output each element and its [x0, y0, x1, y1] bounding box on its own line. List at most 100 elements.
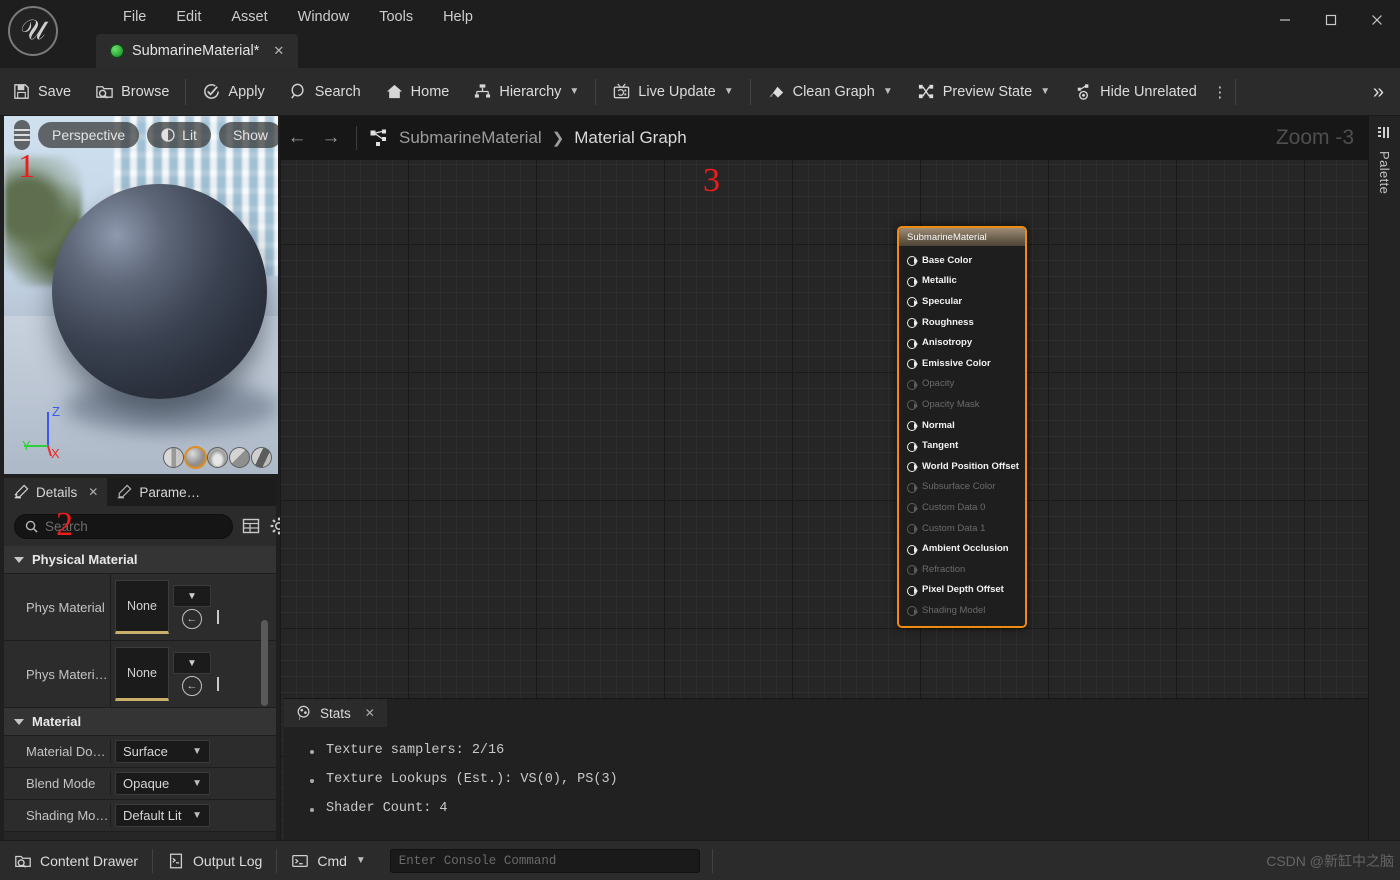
clean-graph-button[interactable]: Clean Graph ▼	[755, 68, 905, 116]
pin-base-color[interactable]: Base Color	[899, 250, 1025, 271]
menu-asset[interactable]: Asset	[216, 0, 282, 34]
arrow-left-icon[interactable]: ←	[280, 116, 314, 160]
unreal-engine-logo[interactable]: 𝒰	[8, 6, 58, 56]
custom-preview-button[interactable]	[251, 447, 272, 468]
content-drawer-button[interactable]: Content Drawer	[0, 841, 152, 880]
close-icon[interactable]: ✕	[88, 485, 98, 499]
pin-connector-icon[interactable]	[907, 297, 918, 308]
pin-tangent[interactable]: Tangent	[899, 435, 1025, 456]
hierarchy-button[interactable]: Hierarchy ▼	[461, 68, 591, 116]
asset-picker-thumbnail[interactable]: None	[115, 647, 169, 701]
material-output-node[interactable]: SubmarineMaterial Base Color Metallic Sp…	[897, 226, 1027, 628]
pin-connector-icon[interactable]	[907, 441, 918, 452]
search-icon	[289, 82, 308, 101]
blend-mode-select[interactable]: Opaque ▼	[115, 772, 210, 795]
pin-connector-icon	[907, 482, 918, 493]
shading-model-select[interactable]: Default Lit ▼	[115, 804, 210, 827]
search-label: Search	[314, 83, 361, 100]
arrow-right-icon[interactable]: →	[314, 116, 348, 160]
pin-normal[interactable]: Normal	[899, 415, 1025, 436]
menu-file[interactable]: File	[108, 0, 161, 34]
browse-to-asset-button[interactable]	[217, 610, 219, 624]
maximize-button[interactable]	[1308, 0, 1354, 40]
console-command-input[interactable]	[398, 853, 691, 868]
toolbar-overflow-button[interactable]: ⋮	[1209, 68, 1231, 116]
palette-rail[interactable]: Palette	[1368, 116, 1400, 840]
cylinder-preview-button[interactable]	[163, 447, 184, 468]
menu-window[interactable]: Window	[283, 0, 365, 34]
pin-specular[interactable]: Specular	[899, 291, 1025, 312]
pin-pixel-depth-offset[interactable]: Pixel Depth Offset	[899, 580, 1025, 601]
pin-connector-icon[interactable]	[907, 462, 918, 473]
pin-connector-icon	[907, 400, 918, 411]
minimize-button[interactable]	[1262, 0, 1308, 40]
chevron-down-icon	[14, 556, 24, 563]
cmd-button[interactable]: Cmd ▼	[277, 841, 379, 880]
breadcrumb: SubmarineMaterial ❯ Material Graph	[399, 128, 687, 148]
close-button[interactable]	[1354, 0, 1400, 40]
breadcrumb-root[interactable]: SubmarineMaterial	[399, 128, 542, 148]
pin-anisotropy[interactable]: Anisotropy	[899, 332, 1025, 353]
reset-arrow-icon[interactable]: ←	[182, 676, 202, 696]
pin-metallic[interactable]: Metallic	[899, 271, 1025, 292]
bullet-icon	[310, 750, 314, 754]
pin-connector-icon[interactable]	[907, 276, 918, 287]
pin-roughness[interactable]: Roughness	[899, 312, 1025, 333]
material-domain-select[interactable]: Surface ▼	[115, 740, 210, 763]
hide-unrelated-button[interactable]: Hide Unrelated	[1062, 68, 1209, 116]
asset-tab-strip: SubmarineMaterial* ✕	[96, 34, 299, 68]
live-update-button[interactable]: Live Update ▼	[600, 68, 745, 116]
close-icon[interactable]: ✕	[365, 706, 375, 720]
node-pin-list: Base Color Metallic Specular Roughness A…	[899, 246, 1025, 626]
home-button[interactable]: Home	[373, 68, 462, 116]
console-command-wrapper[interactable]	[389, 848, 700, 873]
reset-arrow-icon[interactable]: ←	[182, 609, 202, 629]
search-button[interactable]: Search	[277, 68, 373, 116]
close-icon[interactable]: ✕	[267, 43, 290, 59]
sphere-preview-button[interactable]	[185, 447, 206, 468]
pin-world-position-offset[interactable]: World Position Offset	[899, 456, 1025, 477]
plane-preview-button[interactable]	[207, 447, 228, 468]
material-preview-viewport[interactable]: Perspective Lit Show Z Y X 1	[4, 116, 278, 474]
category-physical-material[interactable]: Physical Material	[4, 546, 276, 574]
details-scrollbar[interactable]	[261, 620, 268, 706]
viewport-view-mode-button[interactable]: Lit	[147, 122, 211, 148]
browse-to-asset-button[interactable]	[217, 677, 219, 691]
pin-connector-icon[interactable]	[907, 585, 918, 596]
menu-edit[interactable]: Edit	[161, 0, 216, 34]
pin-emissive-color[interactable]: Emissive Color	[899, 353, 1025, 374]
pin-connector-icon[interactable]	[907, 256, 918, 267]
asset-tab-submarine-material[interactable]: SubmarineMaterial* ✕	[96, 34, 299, 68]
hamburger-icon[interactable]	[14, 120, 30, 150]
preview-state-button[interactable]: Preview State ▼	[905, 68, 1062, 116]
tab-parameters[interactable]: Parame…	[107, 478, 209, 506]
pin-label: Ambient Occlusion	[922, 543, 1009, 555]
palette-icon	[1377, 125, 1393, 141]
output-log-button[interactable]: Output Log	[153, 841, 276, 880]
viewport-show-menu-button[interactable]: Show	[218, 122, 278, 148]
pin-connector-icon[interactable]	[907, 318, 918, 329]
toolbar-expand-button[interactable]: »	[1363, 68, 1394, 116]
material-graph-panel[interactable]: ← → SubmarineMaterial ❯ Material Graph Z…	[280, 116, 1368, 840]
pin-connector-icon[interactable]	[907, 421, 918, 432]
pin-connector-icon[interactable]	[907, 338, 918, 349]
search-input-wrapper[interactable]	[14, 513, 233, 539]
pin-label: Roughness	[922, 316, 974, 328]
asset-picker-thumbnail[interactable]: None	[115, 580, 169, 634]
apply-button[interactable]: Apply	[190, 68, 276, 116]
tab-stats[interactable]: i Stats ✕	[284, 699, 387, 727]
pin-connector-icon[interactable]	[907, 544, 918, 555]
grid-view-icon[interactable]	[241, 516, 261, 536]
asset-dropdown-button[interactable]: ▼	[173, 585, 211, 607]
tab-details[interactable]: Details ✕	[4, 478, 108, 506]
pin-ambient-occlusion[interactable]: Ambient Occlusion	[899, 538, 1025, 559]
save-button[interactable]: Save	[0, 68, 83, 116]
menu-help[interactable]: Help	[428, 0, 488, 34]
pin-connector-icon[interactable]	[907, 359, 918, 370]
cube-preview-button[interactable]	[229, 447, 250, 468]
browse-button[interactable]: Browse	[83, 68, 181, 116]
menu-tools[interactable]: Tools	[364, 0, 428, 34]
viewport-camera-mode-button[interactable]: Perspective	[38, 122, 140, 148]
category-material[interactable]: Material	[4, 708, 276, 736]
asset-dropdown-button[interactable]: ▼	[173, 652, 211, 674]
